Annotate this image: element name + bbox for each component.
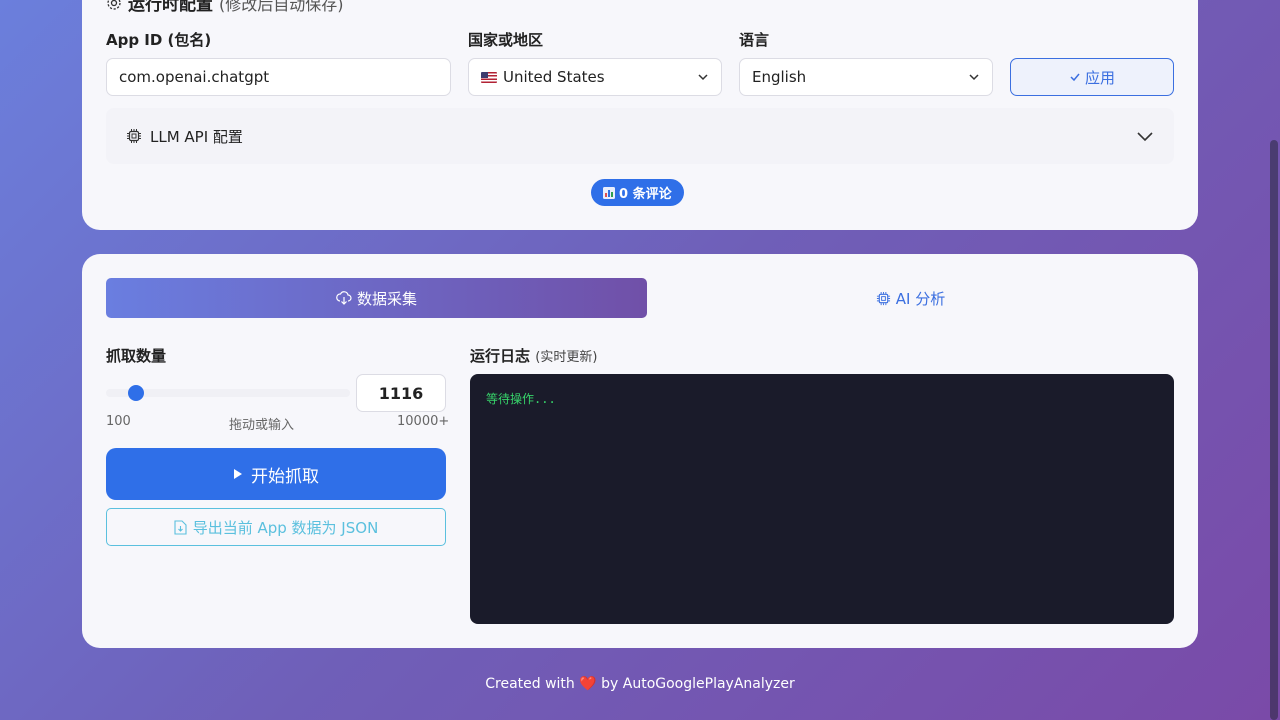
chip-icon bbox=[876, 291, 890, 305]
log-title-text: 运行日志 bbox=[470, 347, 531, 365]
footer: Created with ❤️ by AutoGooglePlayAnalyze… bbox=[0, 676, 1280, 692]
footer-prefix: Created with bbox=[485, 676, 575, 692]
country-value: United States bbox=[503, 68, 605, 86]
export-json-label: 导出当前 App 数据为 JSON bbox=[192, 518, 379, 537]
log-title: 运行日志 (实时更新) bbox=[470, 345, 597, 366]
export-json-button[interactable]: 导出当前 App 数据为 JSON bbox=[106, 508, 446, 546]
llm-label: LLM API 配置 bbox=[150, 127, 243, 146]
fetch-count-value: 1116 bbox=[378, 383, 424, 403]
country-select[interactable]: United States bbox=[468, 58, 722, 96]
scrollbar[interactable] bbox=[1268, 0, 1280, 720]
language-value: English bbox=[752, 68, 807, 86]
tab-collect-label: 数据采集 bbox=[356, 289, 417, 308]
log-output[interactable]: 等待操作... bbox=[470, 374, 1174, 624]
file-download-icon bbox=[174, 519, 187, 535]
language-select[interactable]: English bbox=[739, 58, 993, 96]
chevron-down-icon bbox=[969, 74, 979, 81]
start-fetch-label: 开始抓取 bbox=[251, 466, 319, 487]
bar-chart-icon bbox=[603, 186, 615, 199]
slider-thumb[interactable] bbox=[128, 385, 144, 401]
config-card: 运行时配置 (修改后自动保存) App ID (包名) com.openai.c… bbox=[82, 0, 1198, 230]
config-title-sub: (修改后自动保存) bbox=[219, 0, 344, 14]
log-text: 等待操作... bbox=[486, 392, 556, 406]
config-title: 运行时配置 (修改后自动保存) bbox=[106, 0, 344, 15]
config-title-text: 运行时配置 bbox=[128, 0, 213, 15]
us-flag-icon bbox=[481, 72, 497, 83]
apply-label: 应用 bbox=[1084, 68, 1115, 87]
app-id-label: App ID (包名) bbox=[106, 31, 212, 49]
play-icon bbox=[234, 469, 242, 479]
tab-data-collection[interactable]: 数据采集 bbox=[106, 278, 647, 318]
tab-analyze-label: AI 分析 bbox=[895, 289, 946, 308]
start-fetch-button[interactable]: 开始抓取 bbox=[106, 448, 446, 500]
tab-ai-analysis[interactable]: AI 分析 bbox=[647, 278, 1174, 318]
fetch-count-label: 抓取数量 bbox=[106, 347, 167, 365]
slider-max-label: 10000+ bbox=[397, 414, 450, 429]
app-id-input[interactable]: com.openai.chatgpt bbox=[106, 58, 451, 96]
language-label: 语言 bbox=[739, 31, 770, 49]
slider-min-label: 100 bbox=[106, 414, 131, 429]
llm-config-toggle[interactable]: LLM API 配置 bbox=[106, 108, 1174, 164]
scrollbar-thumb[interactable] bbox=[1270, 140, 1278, 720]
main-card: 数据采集 AI 分析 抓取数量 1116 100 拖动或输入 10000+ 开始… bbox=[82, 254, 1198, 648]
heart-icon: ❤️ bbox=[579, 676, 597, 692]
cloud-download-icon bbox=[336, 291, 352, 305]
log-title-sub: (实时更新) bbox=[535, 350, 598, 365]
footer-suffix: by AutoGooglePlayAnalyzer bbox=[601, 676, 795, 692]
apply-button[interactable]: 应用 bbox=[1010, 58, 1174, 96]
chevron-down-icon bbox=[1137, 132, 1153, 142]
check-icon bbox=[1070, 73, 1080, 82]
review-count-badge: 0 条评论 bbox=[591, 179, 684, 206]
chevron-down-icon bbox=[698, 74, 708, 81]
slider-hint: 拖动或输入 bbox=[229, 418, 295, 433]
app-id-value: com.openai.chatgpt bbox=[119, 68, 270, 86]
chip-icon bbox=[127, 129, 141, 143]
country-label: 国家或地区 bbox=[468, 31, 544, 49]
fetch-count-input[interactable]: 1116 bbox=[356, 374, 446, 412]
review-count-text: 0 条评论 bbox=[619, 187, 672, 202]
gear-icon bbox=[107, 0, 121, 10]
